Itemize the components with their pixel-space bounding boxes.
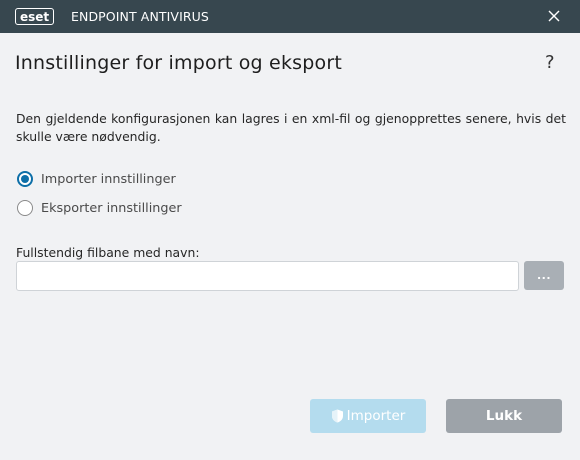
radio-label-import: Importer innstillinger — [41, 171, 176, 187]
import-button-label: Importer — [346, 408, 406, 424]
title-bar: eset ENDPOINT ANTIVIRUS — [0, 0, 580, 33]
radio-button-checked[interactable] — [17, 171, 33, 187]
import-button[interactable]: Importer — [310, 399, 426, 433]
file-path-label: Fullstendig filbane med navn: — [16, 245, 200, 260]
eset-logo: eset — [15, 8, 55, 25]
page-title: Innstillinger for import og eksport — [15, 52, 342, 74]
help-button[interactable]: ? — [545, 52, 555, 73]
file-path-input[interactable] — [16, 261, 519, 291]
description-text: Den gjeldende konfigurasjonen kan lagres… — [16, 111, 566, 144]
close-icon — [548, 10, 560, 22]
logo-text: eset — [20, 9, 50, 24]
browse-button[interactable]: ... — [524, 261, 564, 290]
radio-export-settings[interactable]: Eksporter innstillinger — [17, 200, 182, 216]
product-name: ENDPOINT ANTIVIRUS — [71, 9, 209, 24]
radio-button-unchecked[interactable] — [17, 200, 33, 216]
close-dialog-button[interactable]: Lukk — [446, 399, 562, 433]
radio-import-settings[interactable]: Importer innstillinger — [17, 171, 176, 187]
dialog-window: eset ENDPOINT ANTIVIRUS Innstillinger fo… — [0, 0, 580, 460]
close-button[interactable] — [546, 8, 562, 24]
radio-label-export: Eksporter innstillinger — [41, 200, 182, 216]
shield-icon — [331, 409, 344, 423]
